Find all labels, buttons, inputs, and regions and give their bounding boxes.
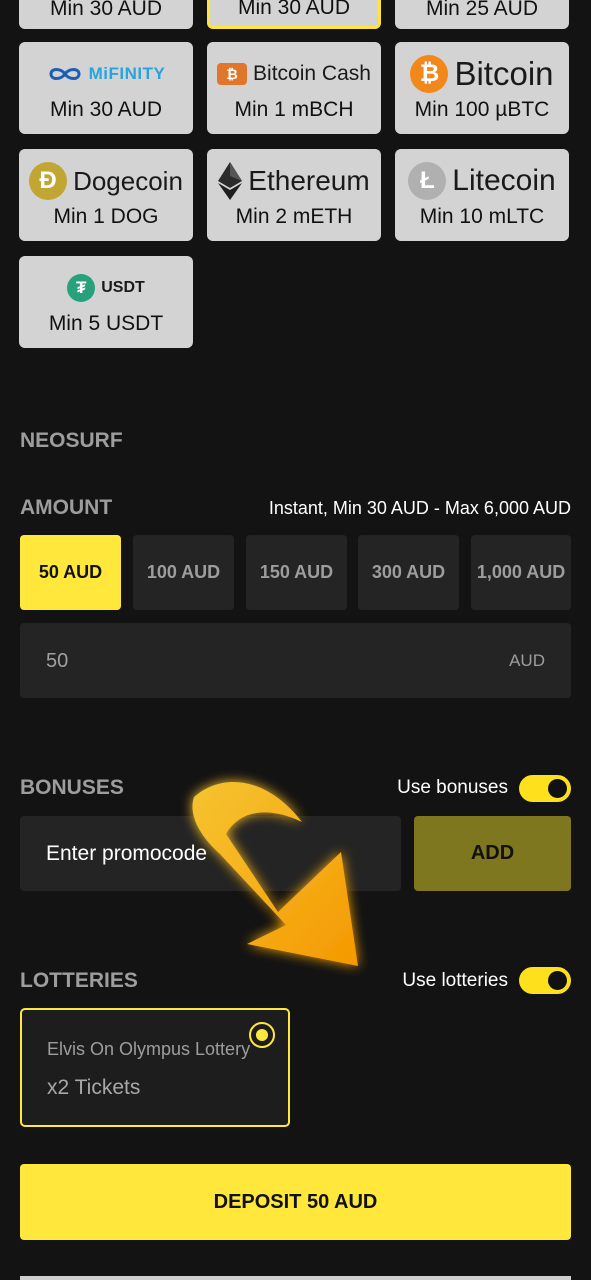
use-bonuses-toggle[interactable] [519, 775, 571, 802]
min-amount: Min 30 AUD [49, 98, 163, 121]
add-button-label: ADD [470, 842, 515, 864]
bottom-edge-strip [20, 1276, 571, 1280]
payment-method-tile-selected[interactable]: Min 30 AUD [207, 0, 381, 29]
deposit-button[interactable]: DEPOSIT 50 AUD [20, 1164, 571, 1240]
payment-method-ethereum[interactable]: Ethereum Min 2 mETH [207, 149, 381, 241]
litecoin-icon: Ł [408, 162, 447, 200]
min-amount: Min 30 AUD [49, 0, 163, 20]
bitcoin-cash-icon: ₿ [217, 63, 248, 85]
tether-icon: ₮ [67, 274, 96, 302]
litecoin-wordmark: Litecoin [452, 164, 556, 197]
payment-method-tile[interactable]: Min 25 AUD [395, 0, 569, 29]
payment-method-mifinity[interactable]: MiFINITY Min 30 AUD [19, 42, 193, 134]
payment-method-litecoin[interactable]: Ł Litecoin Min 10 mLTC [395, 149, 569, 241]
amount-title: AMOUNT [20, 496, 113, 519]
min-amount: Min 2 mETH [235, 205, 353, 228]
mifinity-wordmark: MiFINITY [88, 64, 166, 83]
payment-method-dogecoin[interactable]: Ð Dogecoin Min 1 DOG [19, 149, 193, 241]
min-amount: Min 100 µBTC [414, 98, 550, 121]
payment-method-bitcoin[interactable]: ₿ Bitcoin Min 100 µBTC [395, 42, 569, 134]
amount-preset-100[interactable]: 100 AUD [133, 535, 234, 610]
lottery-name: Elvis On Olympus Lottery [47, 1039, 251, 1059]
min-amount: Min 1 mBCH [234, 98, 354, 121]
deposit-button-label: DEPOSIT 50 AUD [213, 1190, 378, 1213]
min-amount: Min 10 mLTC [419, 205, 545, 228]
promocode-input[interactable]: Enter promocode [20, 816, 401, 891]
promocode-placeholder: Enter promocode [46, 842, 208, 865]
bitcoin-icon: ₿ [410, 55, 449, 93]
lottery-card[interactable]: Elvis On Olympus Lottery x2 Tickets [20, 1008, 290, 1127]
use-bonuses-label: Use bonuses [397, 777, 508, 798]
amount-preset-300[interactable]: 300 AUD [358, 535, 459, 610]
amount-limits: Instant, Min 30 AUD - Max 6,000 AUD [268, 498, 571, 518]
dogecoin-icon: Ð [29, 162, 68, 200]
amount-input-value: 50 [46, 650, 69, 672]
payment-method-usdt[interactable]: ₮ USDT Min 5 USDT [19, 256, 193, 348]
amount-input[interactable]: 50 AUD [20, 623, 571, 698]
min-amount: Min 30 AUD [237, 0, 351, 19]
min-amount: Min 25 AUD [425, 0, 539, 20]
usdt-wordmark: USDT [101, 279, 145, 296]
amount-preset-50[interactable]: 50 AUD [20, 535, 121, 610]
method-title: NEOSURF [20, 429, 123, 452]
bonuses-title: BONUSES [20, 776, 124, 799]
add-promocode-button[interactable]: ADD [414, 816, 571, 891]
mifinity-logo-icon [49, 68, 81, 80]
min-amount: Min 1 DOG [53, 205, 159, 228]
lotteries-title: LOTTERIES [20, 969, 138, 992]
bitcoin-wordmark: Bitcoin [454, 55, 554, 92]
amount-preset-1000[interactable]: 1,000 AUD [471, 535, 571, 610]
payment-method-tile[interactable]: Min 30 AUD [19, 0, 193, 29]
use-lotteries-label: Use lotteries [402, 970, 508, 991]
ethereum-wordmark: Ethereum [248, 165, 370, 196]
ethereum-icon [218, 162, 243, 200]
lottery-tickets: x2 Tickets [47, 1076, 141, 1099]
lottery-radio[interactable] [249, 1022, 275, 1048]
lottery-radio-dot [256, 1029, 268, 1041]
amount-currency: AUD [509, 651, 545, 670]
min-amount: Min 5 USDT [48, 312, 164, 335]
payment-method-bitcoin-cash[interactable]: ₿ Bitcoin Cash Min 1 mBCH [207, 42, 381, 134]
use-lotteries-toggle[interactable] [519, 967, 571, 994]
amount-preset-150[interactable]: 150 AUD [246, 535, 347, 610]
bitcoin-cash-wordmark: Bitcoin Cash [253, 62, 371, 85]
dogecoin-wordmark: Dogecoin [73, 165, 183, 196]
